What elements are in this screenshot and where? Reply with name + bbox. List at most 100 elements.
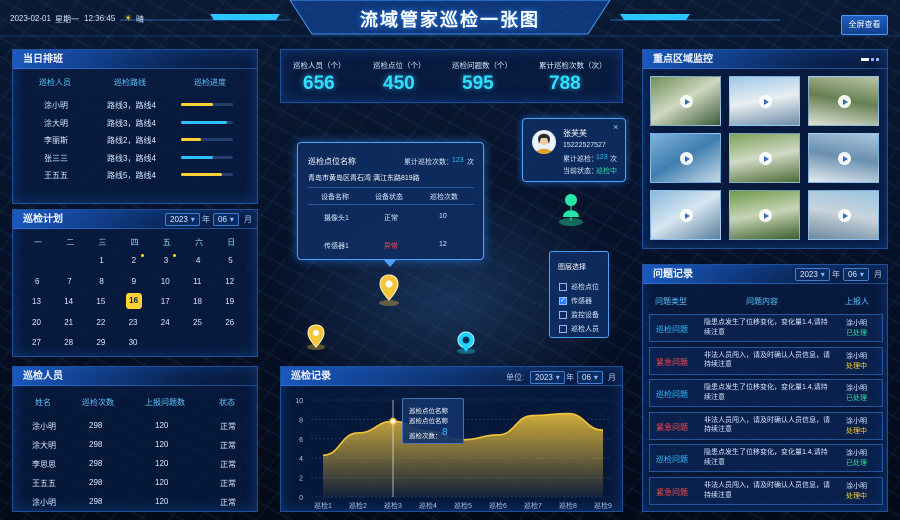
monitoring-device-pin[interactable] xyxy=(457,331,475,353)
staff-name: 涂大明 xyxy=(32,441,56,450)
calendar-day[interactable]: 17 xyxy=(161,297,170,306)
layer-checkbox[interactable] xyxy=(559,325,567,333)
calendar-day[interactable]: 1 xyxy=(99,256,103,265)
issue-reporter: 涂小明 xyxy=(846,385,867,393)
calendar-day[interactable]: 11 xyxy=(193,277,201,286)
play-icon[interactable] xyxy=(759,152,772,165)
camera-thumbnail[interactable] xyxy=(650,190,721,240)
layer-label[interactable]: 巡检点位 xyxy=(571,282,599,292)
layer-label[interactable]: 巡检人员 xyxy=(571,324,599,334)
page-dot[interactable] xyxy=(876,58,879,61)
camera-thumbnail[interactable] xyxy=(729,133,800,183)
calendar-day[interactable]: 27 xyxy=(32,338,41,347)
point-info-popup[interactable]: 巡检点位名称 累计巡检次数： 123 次 青岛市黄岛区青石湾 漓江东路819路 … xyxy=(297,142,484,267)
calendar-day[interactable]: 28 xyxy=(64,338,73,347)
issues-year: 2023 xyxy=(800,270,818,279)
records-panel: 巡检记录 单位: 2023 年 06 月 0246810巡检1巡检2巡检3巡检4… xyxy=(280,366,623,512)
calendar-day[interactable]: 23 xyxy=(129,318,138,327)
calendar-day[interactable]: 10 xyxy=(161,277,170,286)
pagination-dots[interactable] xyxy=(861,58,881,62)
layer-checkbox[interactable] xyxy=(559,311,567,319)
calendar-day[interactable]: 4 xyxy=(196,256,200,265)
layer-checkbox[interactable]: ✓ xyxy=(559,297,567,305)
camera-thumbnail[interactable] xyxy=(729,76,800,126)
close-icon[interactable]: × xyxy=(613,122,618,132)
issues-month-select[interactable]: 06 xyxy=(843,268,869,281)
staff-state: 正常 xyxy=(220,422,236,431)
camera-thumbnail[interactable] xyxy=(729,190,800,240)
duty-title: 当日排班 xyxy=(13,50,257,69)
plan-month: 06 xyxy=(218,215,227,224)
play-icon[interactable] xyxy=(680,152,693,165)
calendar-day[interactable]: 7 xyxy=(67,277,71,286)
play-icon[interactable] xyxy=(838,95,851,108)
calendar-day[interactable]: 30 xyxy=(129,338,138,347)
camera-thumbnail[interactable] xyxy=(808,133,879,183)
sun-icon: ☀ xyxy=(124,13,133,23)
calendar-day[interactable]: 18 xyxy=(193,297,202,306)
highlight-point xyxy=(389,417,397,426)
calendar-day[interactable]: 6 xyxy=(35,277,39,286)
calendar-day[interactable]: 24 xyxy=(161,318,170,327)
plan-month-select[interactable]: 06 xyxy=(213,213,239,226)
calendar-day[interactable]: 29 xyxy=(96,338,105,347)
fullscreen-button[interactable]: 全屏查看 xyxy=(841,15,888,35)
play-icon[interactable] xyxy=(838,209,851,222)
play-icon[interactable] xyxy=(759,95,772,108)
person-total-unit: 次 xyxy=(610,156,617,163)
calendar-day[interactable]: 3 xyxy=(164,256,168,265)
calendar-day[interactable]: 5 xyxy=(228,256,232,265)
plan-year-unit: 年 xyxy=(202,215,210,224)
records-unit-label: 单位: xyxy=(506,373,525,382)
camera-thumbnail[interactable] xyxy=(808,190,879,240)
calendar-day[interactable]: 8 xyxy=(99,277,103,286)
layer-checkbox[interactable] xyxy=(559,283,567,291)
tooltip-count-label: 巡检次数： xyxy=(409,433,442,440)
layer-label[interactable]: 监控设备 xyxy=(571,310,599,320)
play-icon[interactable] xyxy=(680,95,693,108)
inspection-point-pin[interactable] xyxy=(379,274,399,301)
camera-thumbnail[interactable] xyxy=(650,76,721,126)
records-month-select[interactable]: 06 xyxy=(577,371,603,384)
issue-state: 已处理 xyxy=(846,330,867,337)
layer-selector[interactable]: 图层选择 巡检点位 ✓ 传感器 监控设备 巡检人员 xyxy=(549,251,609,338)
staff-count: 298 xyxy=(89,478,103,487)
calendar-event-dot xyxy=(172,254,176,257)
calendar-day[interactable]: 13 xyxy=(32,297,41,306)
staff-panel: 巡检人员 姓名 巡检次数 上报问题数 状态 涂小明 298 120 正常 涂大明 298 1… xyxy=(12,366,258,512)
camera-thumbnail[interactable] xyxy=(808,76,879,126)
layer-label[interactable]: 传感器 xyxy=(571,296,592,306)
stat-value: 788 xyxy=(549,73,581,94)
calendar-day[interactable]: 20 xyxy=(32,318,41,327)
calendar-day[interactable]: 9 xyxy=(132,277,136,286)
calendar-day[interactable]: 12 xyxy=(225,277,234,286)
x-tick-label: 巡检2 xyxy=(349,501,367,510)
calendar-day[interactable]: 25 xyxy=(193,318,202,327)
person-name: 张芙芙 xyxy=(563,129,587,138)
inspector-person-pin[interactable] xyxy=(561,193,581,221)
page-dot-active[interactable] xyxy=(861,58,869,61)
popup-header-count: 巡检次数 xyxy=(430,194,458,201)
plan-panel: 巡检计划 2023 年 06 月 一二三四五六日1234567891011121… xyxy=(12,209,258,357)
plan-month-unit: 月 xyxy=(244,215,252,224)
calendar-day-today[interactable]: 16 xyxy=(125,293,142,309)
issues-year-select[interactable]: 2023 xyxy=(795,268,830,281)
play-icon[interactable] xyxy=(838,152,851,165)
play-icon[interactable] xyxy=(680,209,693,222)
calendar-day[interactable]: 15 xyxy=(96,297,105,306)
person-state: 巡检中 xyxy=(596,168,617,175)
calendar-day[interactable]: 19 xyxy=(225,297,234,306)
records-year-select[interactable]: 2023 xyxy=(530,371,565,384)
play-icon[interactable] xyxy=(759,209,772,222)
calendar-day[interactable]: 22 xyxy=(96,318,105,327)
calendar-day[interactable]: 21 xyxy=(64,318,73,327)
plan-year-select[interactable]: 2023 xyxy=(165,213,200,226)
avatar-portrait-icon xyxy=(535,133,553,154)
calendar-day[interactable]: 2 xyxy=(132,256,136,265)
calendar-day[interactable]: 14 xyxy=(64,297,73,306)
camera-thumbnail[interactable] xyxy=(650,133,721,183)
inspection-point-pin[interactable] xyxy=(307,324,325,348)
person-card[interactable]: × 张芙芙 15222527527 累计巡检： 123 次 当前状态： 巡检中 xyxy=(522,118,626,182)
calendar-day[interactable]: 26 xyxy=(225,318,234,327)
page-dot[interactable] xyxy=(871,58,874,61)
